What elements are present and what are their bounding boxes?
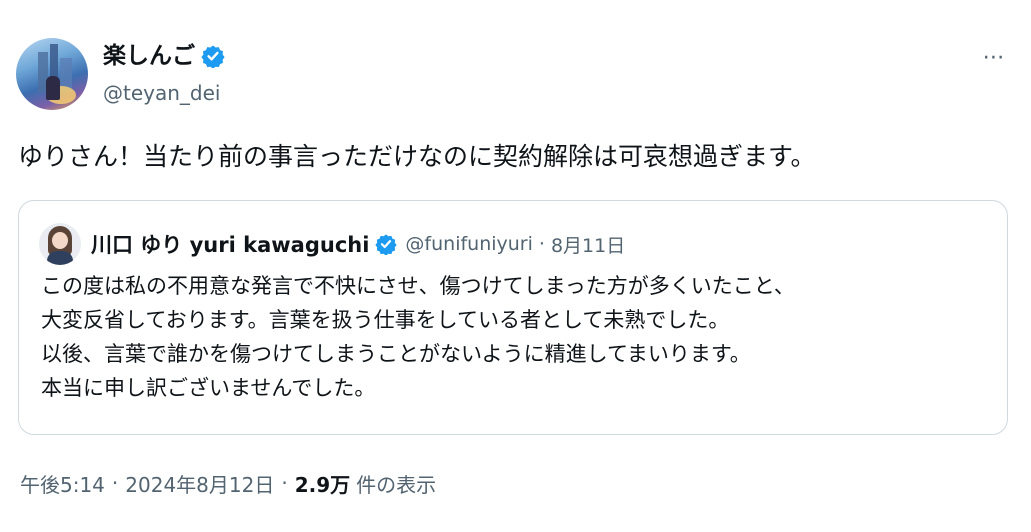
- quote-author-display-name[interactable]: 川口 ゆり yuri kawaguchi: [91, 229, 369, 259]
- author-name-row: 楽しんご: [103, 40, 225, 72]
- views-label: 件の表示: [356, 472, 437, 497]
- quote-separator: ·: [538, 233, 545, 255]
- quote-author-handle[interactable]: @funifuniyuri: [405, 233, 532, 255]
- quote-tweet-card[interactable]: 川口 ゆり yuri kawaguchi @funifuniyuri · 8月1…: [18, 200, 1008, 435]
- views-count: 2.9万: [294, 472, 351, 497]
- quote-date[interactable]: 8月11日: [551, 231, 625, 258]
- author-avatar[interactable]: [16, 38, 88, 110]
- quote-text-line: この度は私の不用意な発言で不快にさせ、傷つけてしまった方が多くいたこと、: [41, 274, 795, 298]
- tweet: 楽しんご @teyan_dei ⋯ ゆりさん！当たり前の事言っただけなのに契約解…: [0, 0, 1031, 532]
- quote-verified-badge-icon: [375, 234, 398, 255]
- quote-text-line: 本当に申し訳ございませんでした。: [41, 376, 376, 400]
- quote-text-line: 以後、言葉で誰かを傷つけてしまうことがないように精進してまいります。: [41, 342, 751, 366]
- tweet-time[interactable]: 午後5:14: [20, 469, 105, 498]
- meta-separator: ·: [111, 471, 119, 495]
- author-handle[interactable]: @teyan_dei: [103, 79, 220, 107]
- tweet-meta: 午後5:14 · 2024年8月12日 · 2.9万 件の表示: [20, 466, 436, 500]
- verified-badge-icon: [201, 45, 225, 68]
- quote-author-avatar[interactable]: [39, 223, 81, 265]
- tweet-text: ゆりさん！当たり前の事言っただけなのに契約解除は可哀想過ぎます。: [18, 142, 816, 171]
- quote-header: 川口 ゆり yuri kawaguchi @funifuniyuri · 8月1…: [91, 227, 625, 261]
- more-options-icon[interactable]: ⋯: [980, 47, 1008, 69]
- tweet-date[interactable]: 2024年8月12日: [125, 469, 274, 498]
- author-display-name[interactable]: 楽しんご: [103, 40, 195, 72]
- quote-text: この度は私の不用意な発言で不快にさせ、傷つけてしまった方が多くいたこと、 大変反…: [41, 269, 991, 405]
- quote-text-line: 大変反省しております。言葉を扱う仕事をしている者として未熟でした。: [41, 308, 730, 332]
- meta-separator: ·: [281, 471, 288, 495]
